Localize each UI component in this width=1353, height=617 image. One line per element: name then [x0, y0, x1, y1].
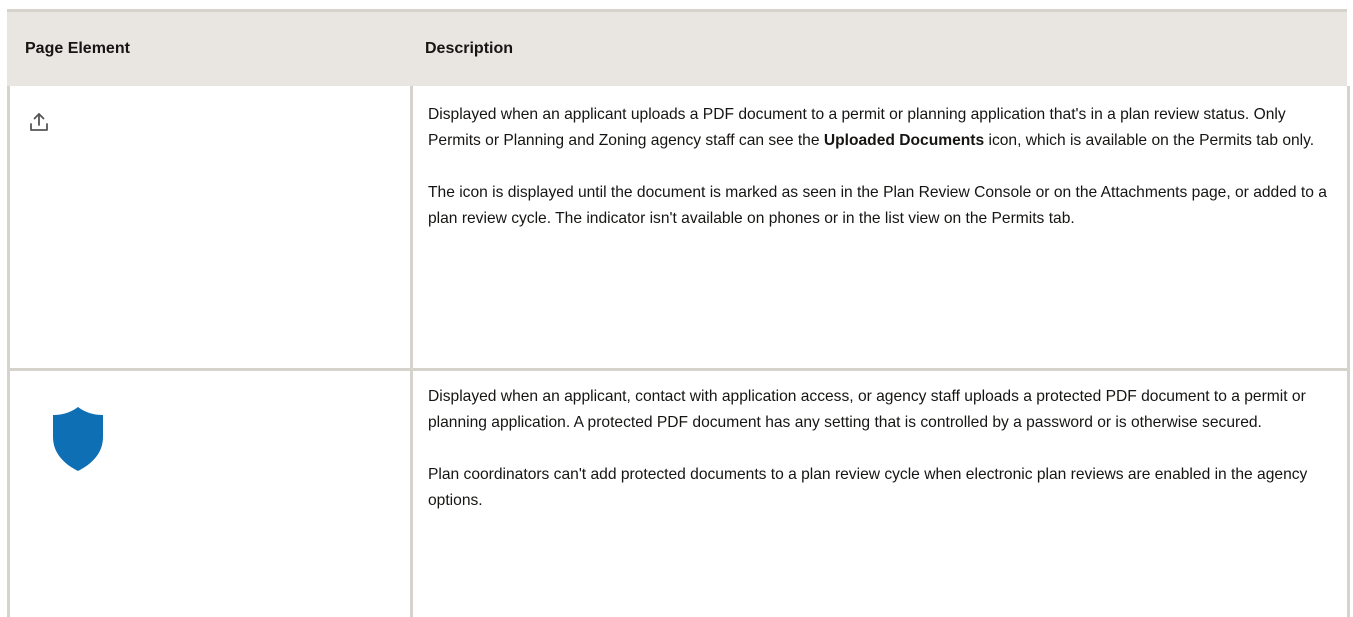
row-2-paragraph-1: Displayed when an applicant, contact wit… [428, 388, 1306, 431]
table-right-border [1347, 86, 1350, 617]
page-elements-table: Page Element Description Displayed when … [0, 0, 1353, 617]
header-description: Description [425, 40, 514, 57]
shield-icon [50, 405, 106, 473]
table-left-border [7, 86, 10, 617]
row-divider [7, 368, 1350, 371]
uploaded-documents-label: Uploaded Documents [823, 132, 985, 149]
row-1-text-part: icon, which is available on the Permits … [984, 132, 1315, 149]
row-1-description: Displayed when an applicant uploads a PD… [428, 102, 1338, 258]
table-header-row: Page Element Description [7, 12, 1347, 86]
row-2-paragraph-2: Plan coordinators can't add protected do… [428, 466, 1308, 509]
row-1-paragraph-1: Displayed when an applicant uploads a PD… [428, 102, 1338, 154]
upload-icon [28, 111, 50, 133]
column-divider [410, 86, 413, 617]
row-1-paragraph-2: The icon is displayed until the document… [428, 184, 1327, 227]
row-2-description: Displayed when an applicant, contact wit… [428, 384, 1338, 540]
header-page-element: Page Element [25, 40, 130, 57]
